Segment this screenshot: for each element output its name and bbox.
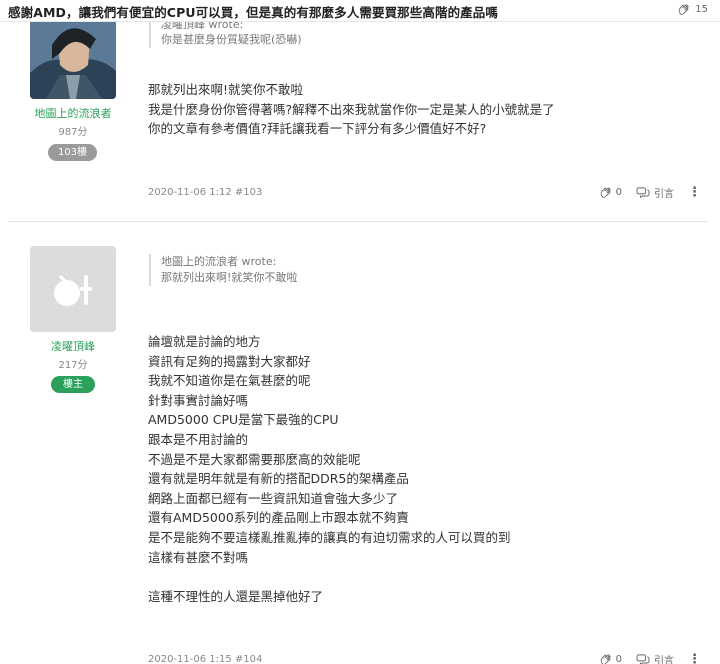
post-line: 網路上面都已經有一些資訊知道會強大多少了 — [148, 490, 399, 506]
post-actions: 0 引言 ⋮ — [599, 652, 701, 664]
like-count: 0 — [615, 654, 622, 664]
thread-header: 感謝AMD，讓我們有便宜的CPU可以買，但是真的有那麼多人需要買那些高階的產品嗎… — [0, 0, 720, 22]
post-line: 我是什麼身份你管得著嗎?解釋不出來我就當作你一定是某人的小號就是了 — [148, 101, 555, 117]
post-line: 還有AMD5000系列的產品剛上市跟本就不夠賣 — [148, 510, 409, 526]
quote-block: 凌曜頂峰 wrote: 你是甚麼身份質疑我呢(恐嚇) — [149, 22, 302, 48]
post-actions: 0 引言 ⋮ — [599, 185, 701, 200]
post-date[interactable]: 2020-11-06 1:12 #103 — [148, 187, 262, 198]
clap-icon — [678, 4, 689, 15]
quote-reply-button[interactable]: 引言 — [636, 652, 674, 664]
post-line: 跟本是不用討論的 — [148, 431, 249, 447]
quote-reply-icon — [636, 653, 650, 664]
username[interactable]: 地圖上的流浪者 — [8, 105, 138, 121]
post-line: 這種不理性的人還是黑掉他好了 — [148, 588, 324, 604]
post-date[interactable]: 2020-11-06 1:15 #104 — [148, 654, 262, 664]
floor-badge: 103樓 — [48, 144, 97, 161]
clap-icon — [600, 654, 611, 664]
post-line: 論壇就是討論的地方 — [148, 334, 261, 349]
post-line: 不過是不是大家都需要那麼高的效能呢 — [148, 451, 361, 467]
quote-block: 地圖上的流浪者 wrote: 那就列出來啊!就笑你不敢啦 — [149, 254, 297, 286]
clap-icon — [600, 187, 611, 198]
post-line: 我就不知道你是在氣甚麼的呢 — [148, 373, 311, 389]
thread-title: 感謝AMD，讓我們有便宜的CPU可以買，但是真的有那麼多人需要買那些高階的產品嗎 — [8, 5, 498, 20]
post-line: 那就列出來啊!就笑你不敢啦 — [148, 82, 304, 97]
post-content: 論壇就是討論的地方 資訊有足夠的揭露對大家都好 我就不知道你是在氣甚麼的呢 針對… — [148, 332, 511, 606]
quote-reply-icon — [636, 186, 650, 198]
username[interactable]: 凌曜頂峰 — [8, 338, 138, 354]
post-line: 針對事實討論好嗎 — [148, 392, 249, 408]
op-badge: 樓主 — [51, 376, 95, 393]
user-score: 987分 — [58, 127, 88, 138]
quote-text: 你是甚麼身份質疑我呢(恐嚇) — [161, 33, 302, 46]
like-count: 0 — [615, 187, 622, 198]
post-line: 資訊有足夠的揭露對大家都好 — [148, 353, 311, 369]
post-line: AMD5000 CPU是當下最強的CPU — [148, 412, 339, 428]
more-options-icon[interactable]: ⋮ — [688, 652, 701, 664]
post-content: 那就列出來啊!就笑你不敢啦 我是什麼身份你管得著嗎?解釋不出來我就當作你一定是某… — [148, 80, 555, 139]
user-score: 217分 — [58, 360, 88, 371]
avatar-portrait — [30, 13, 116, 99]
like-button[interactable]: 0 — [599, 186, 622, 199]
post-line: 這樣有甚麼不對嗎 — [148, 549, 249, 565]
post-line: 是不是能夠不要這樣亂推亂捧的讓真的有迫切需求的人可以買的到 — [148, 529, 511, 545]
post-104: 凌曜頂峰 217分 樓主 地圖上的流浪者 wrote: 那就列出來啊!就笑你不敢… — [8, 226, 708, 664]
post-line: 你的文章有參考價值?拜託讓我看一下評分有多少價值好不好? — [148, 121, 487, 137]
default-avatar[interactable] — [30, 246, 116, 332]
more-options-icon[interactable]: ⋮ — [688, 185, 701, 200]
quote-text: 那就列出來啊!就笑你不敢啦 — [161, 271, 298, 284]
quote-author: 地圖上的流浪者 wrote: — [161, 255, 277, 268]
quote-reply-label: 引言 — [654, 189, 674, 200]
quote-author: 凌曜頂峰 wrote: — [161, 22, 244, 31]
default-avatar-icon — [54, 275, 92, 306]
post-line — [148, 567, 511, 587]
post-line: 還有就是明年就是有新的搭配DDR5的架構產品 — [148, 471, 409, 487]
character-avatar[interactable] — [30, 13, 116, 99]
quote-reply-button[interactable]: 引言 — [636, 185, 674, 200]
post-103: 地圖上的流浪者 987分 103樓 凌曜頂峰 wrote: 你是甚麼身份質疑我呢… — [8, 0, 708, 222]
thread-like-button[interactable]: 15 — [677, 3, 708, 16]
quote-reply-label: 引言 — [654, 656, 674, 664]
like-button[interactable]: 0 — [599, 653, 622, 664]
thread-like-count: 15 — [695, 4, 708, 15]
